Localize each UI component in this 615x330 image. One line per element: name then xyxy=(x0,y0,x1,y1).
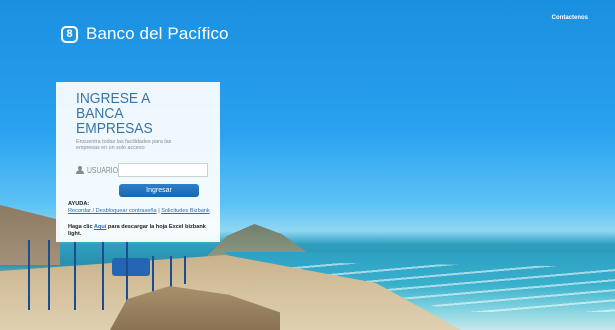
brand-name: Banco del Pacífico xyxy=(86,24,229,43)
panel-subtitle: Encuentra todas las facilidades para las… xyxy=(76,139,172,152)
brand-mark: 8 xyxy=(66,27,73,40)
background-pole xyxy=(170,256,172,290)
contact-link[interactable]: Contactenos xyxy=(552,15,588,21)
bizbank-requests-link[interactable]: Solicitudes Bizbank xyxy=(161,208,210,214)
title-line-2: BANCA EMPRESAS xyxy=(76,105,153,137)
background-pole xyxy=(152,256,154,296)
username-input[interactable] xyxy=(118,163,208,178)
background-pole xyxy=(184,256,186,284)
user-icon xyxy=(76,166,84,175)
background-awning xyxy=(112,258,150,276)
login-button[interactable]: Ingresar xyxy=(119,184,199,198)
login-page: 8 Banco del Pacífico Contactenos INGRESE… xyxy=(0,0,615,330)
help-section: AYUDA: Recordar / Desbloquear contraseña… xyxy=(68,201,210,214)
excel-text-pre: Haga clic xyxy=(68,224,94,231)
background-huts xyxy=(0,205,60,265)
recover-password-link[interactable]: Recordar / Desbloquear contraseña xyxy=(68,208,157,214)
login-panel: INGRESE A BANCA EMPRESAS Encuentra todas… xyxy=(56,82,220,242)
background-pole xyxy=(28,240,30,310)
background-pole xyxy=(74,240,76,310)
help-links: Recordar / Desbloquear contraseña | Soli… xyxy=(68,208,210,215)
banco-pacifico-logo-icon: 8 xyxy=(61,25,78,43)
user-label: USUARIO xyxy=(87,165,118,175)
help-separator: | xyxy=(158,207,160,214)
page-title: INGRESE A BANCA EMPRESAS xyxy=(76,91,199,136)
excel-download-link[interactable]: Aquí xyxy=(94,224,106,230)
brand-logo[interactable]: 8 Banco del Pacífico xyxy=(61,24,229,44)
background-pole xyxy=(48,240,50,310)
user-row: USUARIO xyxy=(76,163,210,178)
background-pole xyxy=(102,240,104,310)
excel-download-note: Haga clic Aquí para descargar la hoja Ex… xyxy=(68,224,208,238)
